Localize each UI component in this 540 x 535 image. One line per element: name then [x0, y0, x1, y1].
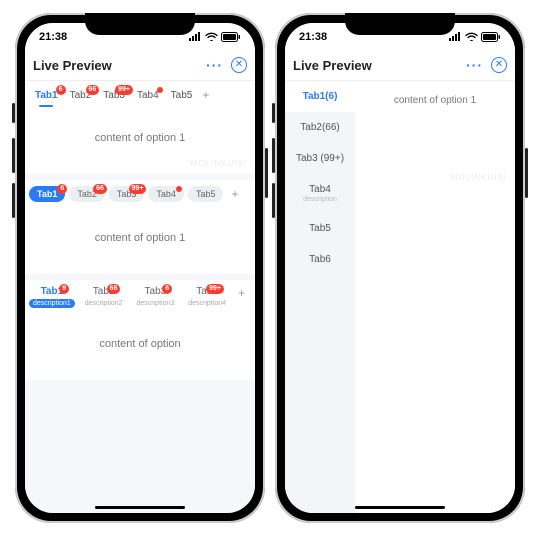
- vtab-4[interactable]: Tab4description: [285, 174, 355, 213]
- tab-content: content of option: [25, 314, 255, 380]
- tab-5[interactable]: Tab5: [188, 186, 224, 202]
- tabs-horizontal-pill: Tab16 Tab266 Tab399+ Tab4 Tab5 +: [25, 180, 255, 208]
- watermark: MOLINKUISI: [451, 173, 507, 182]
- tab-content: content of option 1: [25, 208, 255, 274]
- status-time: 21:38: [39, 31, 67, 43]
- header: Live Preview ··· ✕: [285, 51, 515, 81]
- vtab-2[interactable]: Tab2(66): [285, 112, 355, 143]
- header: Live Preview ··· ✕: [25, 51, 255, 81]
- add-tab-icon[interactable]: +: [198, 88, 213, 102]
- vtab-6[interactable]: Tab6: [285, 244, 355, 275]
- watermark: MOLINKUISI: [191, 159, 247, 168]
- home-indicator[interactable]: [95, 506, 185, 509]
- tab-1[interactable]: Tab19description1: [27, 286, 77, 308]
- tab-5[interactable]: Tab5: [165, 87, 199, 104]
- status-indicators: [189, 32, 241, 42]
- tabs-vertical: Tab1(6) Tab2(66) Tab3 (99+) Tab4descript…: [285, 81, 355, 513]
- status-indicators: [449, 32, 501, 42]
- status-bar: 21:38: [25, 23, 255, 51]
- battery-icon: [481, 32, 501, 42]
- tab-3[interactable]: Tab399+: [97, 87, 131, 104]
- vtab-5[interactable]: Tab5: [285, 213, 355, 244]
- tab-1[interactable]: Tab16: [29, 186, 65, 202]
- more-icon[interactable]: ···: [206, 57, 223, 73]
- close-icon[interactable]: ✕: [491, 57, 507, 73]
- tab-2[interactable]: Tab266: [64, 87, 98, 104]
- signal-icon: [449, 32, 462, 41]
- tab-4[interactable]: Tab499+description4: [182, 286, 232, 308]
- home-indicator[interactable]: [355, 506, 445, 509]
- phone-left: 21:38 Live Preview ··· ✕ Tab16 Tab266 Ta…: [15, 13, 265, 523]
- more-icon[interactable]: ···: [466, 57, 483, 73]
- tab-3[interactable]: Tab36description3: [131, 286, 181, 308]
- phone-right: 21:38 Live Preview ··· ✕ Tab1(6) Tab2(66…: [275, 13, 525, 523]
- tabs-horizontal-text: Tab16 Tab266 Tab399+ Tab4 Tab5 +: [25, 81, 255, 108]
- add-tab-icon[interactable]: +: [227, 187, 242, 201]
- page-title: Live Preview: [293, 58, 372, 73]
- add-tab-icon[interactable]: +: [234, 286, 249, 300]
- tab-4[interactable]: Tab4: [131, 87, 165, 104]
- battery-icon: [221, 32, 241, 42]
- tab-3[interactable]: Tab399+: [109, 186, 145, 202]
- vtab-3[interactable]: Tab3 (99+): [285, 143, 355, 174]
- close-icon[interactable]: ✕: [231, 57, 247, 73]
- status-bar: 21:38: [285, 23, 515, 51]
- tab-1[interactable]: Tab16: [29, 87, 64, 104]
- tab-4[interactable]: Tab4: [148, 186, 184, 202]
- vtab-1[interactable]: Tab1(6): [285, 81, 355, 112]
- signal-icon: [189, 32, 202, 41]
- tab-2[interactable]: Tab266description2: [79, 286, 129, 308]
- tabs-horizontal-desc: Tab19description1 Tab266description2 Tab…: [25, 280, 255, 314]
- page-title: Live Preview: [33, 58, 112, 73]
- tab-content: content of option 1: [355, 81, 515, 513]
- wifi-icon: [465, 32, 478, 41]
- tab-2[interactable]: Tab266: [69, 186, 105, 202]
- status-time: 21:38: [299, 31, 327, 43]
- wifi-icon: [205, 32, 218, 41]
